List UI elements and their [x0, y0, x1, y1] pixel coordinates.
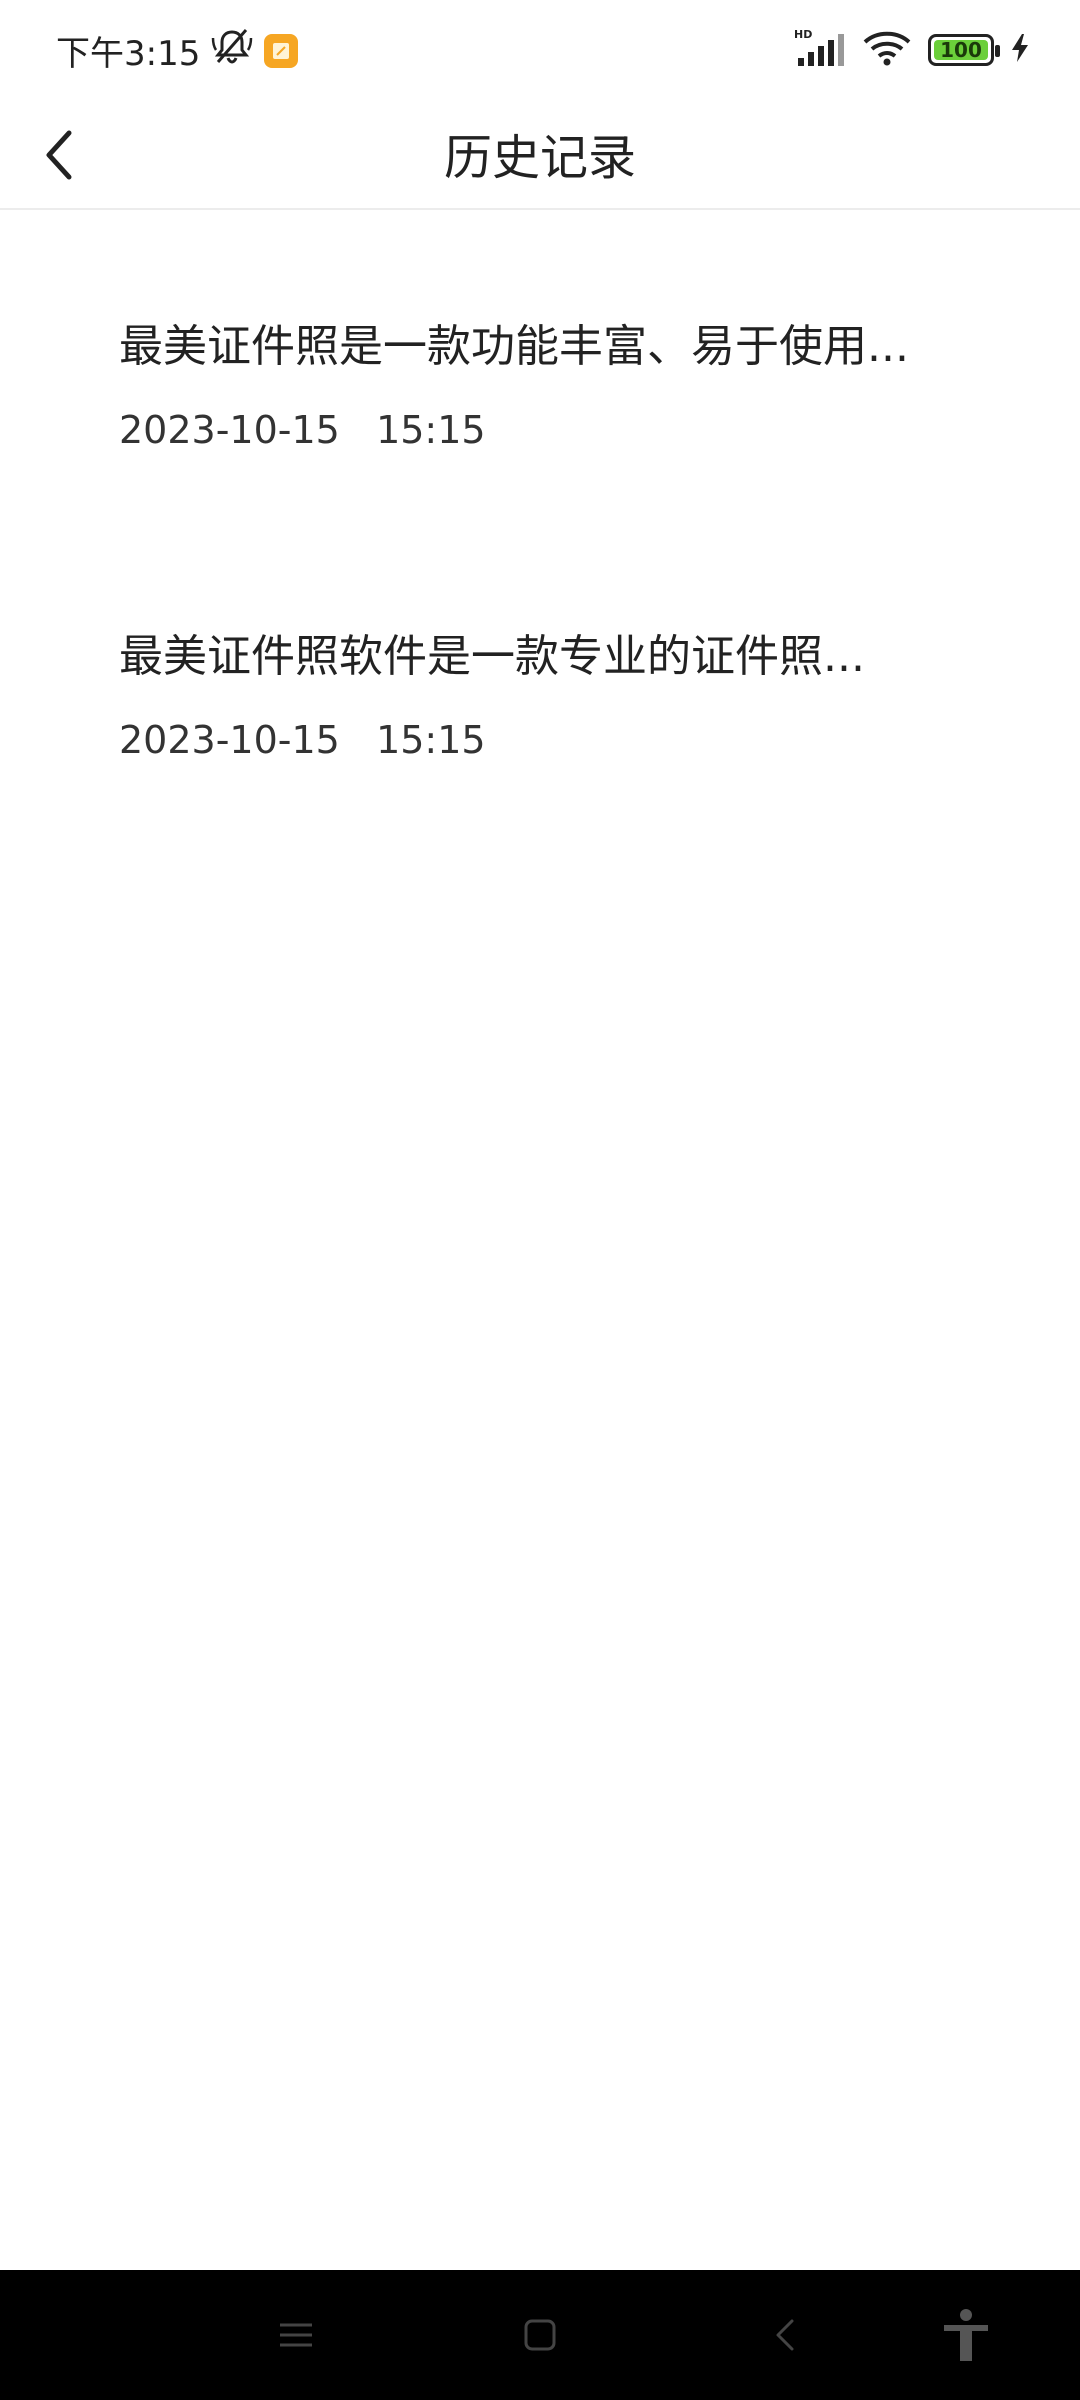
menu-icon: [280, 2323, 312, 2347]
battery-level: 100: [940, 38, 982, 62]
wifi-icon: [862, 28, 912, 72]
battery-nub: [995, 45, 1000, 57]
accessibility-button[interactable]: [936, 2305, 996, 2365]
history-item-time: 2023-10-15 15:15: [119, 718, 486, 762]
header: 历史记录: [0, 100, 1080, 210]
history-list: 最美证件照是一款功能丰富、易于使用... 2023-10-15 15:15 最美…: [0, 212, 1080, 832]
status-time: 下午3:15: [56, 34, 201, 74]
charging-icon: [1010, 32, 1030, 68]
signal-icon: HD: [794, 28, 846, 72]
history-item-time: 2023-10-15 15:15: [119, 408, 486, 452]
home-icon: [524, 2319, 556, 2351]
status-right: HD 100: [794, 28, 1030, 72]
back-icon: [776, 2319, 794, 2351]
app-notification-icon: [264, 33, 299, 68]
mute-icon: [210, 26, 254, 75]
battery-icon: 100: [928, 34, 1000, 66]
home-button[interactable]: [510, 2305, 570, 2365]
history-item-title: 最美证件照软件是一款专业的证件照...: [119, 631, 865, 682]
screen: 下午3:15 HD 100 历史记录 最美证件照是一款功能丰富、易于使用... …: [0, 0, 1080, 2400]
history-item-title: 最美证件照是一款功能丰富、易于使用...: [119, 321, 909, 372]
system-back-button[interactable]: [756, 2305, 816, 2365]
history-item-1[interactable]: 最美证件照是一款功能丰富、易于使用... 2023-10-15 15:15: [0, 212, 1080, 522]
page-title: 历史记录: [443, 130, 636, 186]
history-item-2[interactable]: 最美证件照软件是一款专业的证件照... 2023-10-15 15:15: [0, 522, 1080, 832]
nav-bar: [0, 2270, 1080, 2400]
accessibility-icon: [944, 2309, 988, 2361]
menu-button[interactable]: [266, 2305, 326, 2365]
network-label: HD: [794, 28, 812, 41]
status-bar: 下午3:15 HD 100: [0, 0, 1080, 100]
status-left: 下午3:15: [56, 26, 299, 75]
